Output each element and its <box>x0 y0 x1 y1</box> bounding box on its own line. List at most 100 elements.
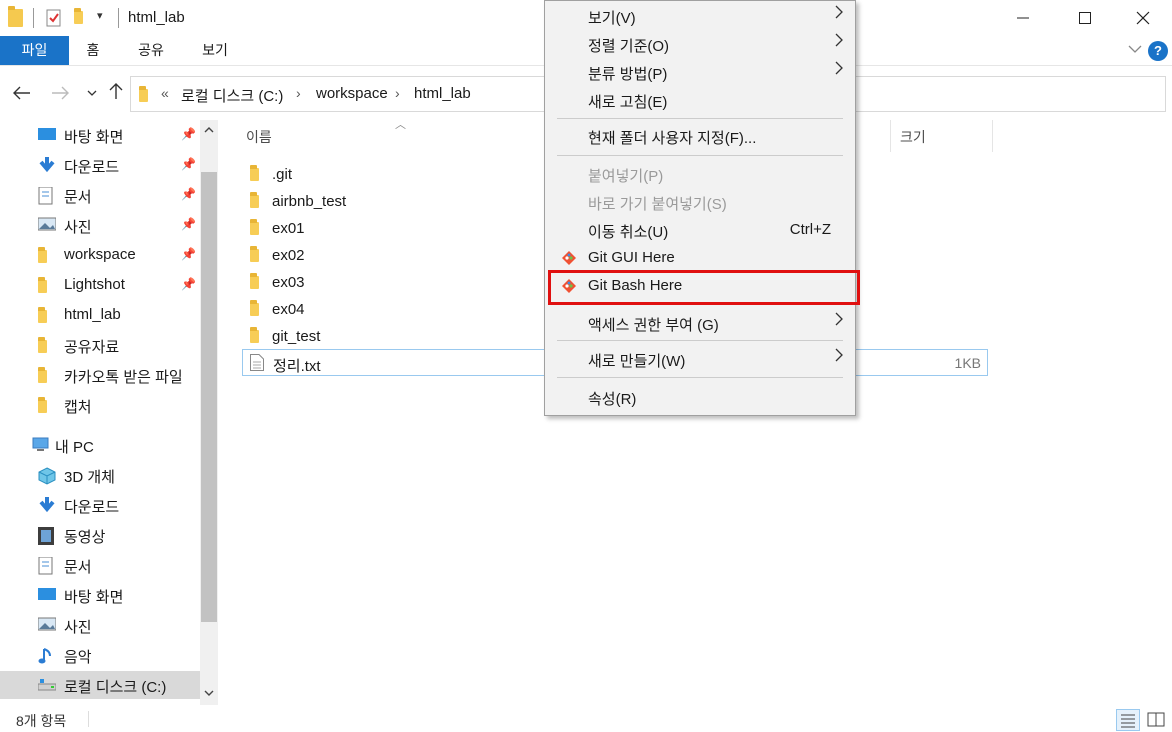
scroll-up-icon[interactable] <box>200 122 218 140</box>
breadcrumb-drive[interactable]: 로컬 디스크 (C:) <box>181 85 283 106</box>
file-size: 1KB <box>954 355 981 371</box>
desktop-icon <box>38 127 56 143</box>
highlight-annotation-box <box>548 270 860 305</box>
nav-item-html-lab[interactable]: html_lab <box>0 301 200 329</box>
folder-icon <box>250 246 259 265</box>
cube-icon <box>38 467 56 485</box>
properties-check-icon[interactable] <box>46 9 62 30</box>
folder-icon <box>250 192 259 211</box>
nav-item-documents[interactable]: 문서 📌 <box>0 181 200 209</box>
nav-item-label: 내 PC <box>55 439 94 456</box>
music-icon <box>38 647 56 664</box>
nav-item-pc-downloads[interactable]: 다운로드 <box>0 491 200 519</box>
details-view-button[interactable] <box>1116 709 1140 731</box>
scroll-down-icon[interactable] <box>200 685 218 703</box>
close-button[interactable] <box>1120 0 1166 36</box>
chevron-right-icon <box>835 348 843 367</box>
nav-item-pc-documents[interactable]: 문서 <box>0 551 200 579</box>
folder-icon <box>139 86 148 105</box>
file-name: ex01 <box>272 220 305 237</box>
nav-item-label: html_lab <box>64 306 121 323</box>
minimize-icon <box>1017 17 1029 19</box>
nav-item-label: 사진 <box>64 619 92 636</box>
column-divider[interactable] <box>890 120 891 152</box>
nav-item-this-pc[interactable]: 내 PC <box>0 431 200 459</box>
forward-button[interactable] <box>48 82 72 106</box>
text-file-icon <box>250 354 264 374</box>
maximize-icon <box>1079 12 1091 24</box>
navigation-pane: 바탕 화면 📌 다운로드 📌 문서 📌 사진 📌 workspace 📌 Lig… <box>0 120 218 705</box>
menu-item-group-by[interactable]: 분류 방법(P) <box>547 58 853 86</box>
chevron-right-icon <box>835 312 843 331</box>
nav-item-downloads[interactable]: 다운로드 📌 <box>0 151 200 179</box>
nav-item-3d-objects[interactable]: 3D 개체 <box>0 461 200 489</box>
help-icon[interactable]: ? <box>1148 41 1168 61</box>
nav-item-label: 사진 <box>64 219 92 236</box>
menu-item-label: 현재 폴더 사용자 지정(F)... <box>588 130 757 147</box>
maximize-button[interactable] <box>1062 0 1108 36</box>
back-button[interactable] <box>10 82 34 106</box>
breadcrumb-html-lab[interactable]: html_lab <box>414 85 471 102</box>
large-icons-view-button[interactable] <box>1144 709 1168 731</box>
folder-icon <box>250 273 259 292</box>
close-icon <box>1136 11 1150 25</box>
menu-item-git-gui-here[interactable]: Git GUI Here <box>547 244 853 272</box>
expand-ribbon-icon[interactable] <box>1128 42 1142 57</box>
minimize-button[interactable] <box>1000 0 1046 36</box>
nav-item-pc-pictures[interactable]: 사진 <box>0 611 200 639</box>
tab-home[interactable]: 홈 <box>76 36 110 65</box>
menu-item-customize-folder[interactable]: 현재 폴더 사용자 지정(F)... <box>547 122 853 150</box>
folder-icon <box>250 300 259 319</box>
menu-item-view[interactable]: 보기(V) <box>547 2 853 30</box>
folder-icon <box>250 219 259 238</box>
file-name: .git <box>272 166 293 183</box>
menu-item-properties[interactable]: 속성(R) <box>547 383 853 411</box>
folder-icon <box>38 337 56 356</box>
breadcrumb-overflow[interactable]: « <box>161 85 169 101</box>
nav-item-label: 캡처 <box>64 399 92 416</box>
nav-scrollbar[interactable] <box>200 120 218 705</box>
tab-file[interactable]: 파일 <box>0 36 69 65</box>
tab-view[interactable]: 보기 <box>194 36 236 65</box>
menu-item-shortcut: Ctrl+Z <box>789 221 831 238</box>
nav-item-pictures[interactable]: 사진 📌 <box>0 211 200 239</box>
menu-item-undo-move[interactable]: 이동 취소(U) Ctrl+Z <box>547 216 853 244</box>
chevron-right-icon[interactable]: › <box>395 85 400 101</box>
tab-share[interactable]: 공유 <box>130 36 172 65</box>
nav-item-local-disk[interactable]: 로컬 디스크 (C:) <box>0 671 200 699</box>
menu-item-new[interactable]: 새로 만들기(W) <box>547 345 853 373</box>
menu-separator <box>557 340 843 341</box>
up-button[interactable] <box>104 82 128 106</box>
download-icon <box>38 497 56 513</box>
nav-item-workspace[interactable]: workspace 📌 <box>0 241 200 269</box>
column-header-size[interactable]: 크기 <box>900 127 926 147</box>
pin-icon: 📌 <box>181 217 196 231</box>
nav-item-label: 로컬 디스크 (C:) <box>64 679 167 696</box>
customize-toolbar-icon[interactable]: ▾ <box>97 9 103 22</box>
menu-item-give-access[interactable]: 액세스 권한 부여 (G) <box>547 309 853 337</box>
nav-item-pc-desktop[interactable]: 바탕 화면 <box>0 581 200 609</box>
recent-locations-button[interactable] <box>80 82 104 106</box>
column-divider[interactable] <box>992 120 993 152</box>
nav-item-kakaotalk[interactable]: 카카오톡 받은 파일 <box>0 361 200 389</box>
menu-item-label: 액세스 권한 부여 (G) <box>588 317 719 334</box>
nav-item-label: Lightshot <box>64 276 125 293</box>
nav-item-videos[interactable]: 동영상 <box>0 521 200 549</box>
menu-item-sort-by[interactable]: 정렬 기준(O) <box>547 30 853 58</box>
scrollbar-thumb[interactable] <box>201 172 217 622</box>
menu-item-refresh[interactable]: 새로 고침(E) <box>547 86 853 114</box>
nav-item-shared[interactable]: 공유자료 <box>0 331 200 359</box>
nav-item-capture[interactable]: 캡처 <box>0 391 200 419</box>
breadcrumb-workspace[interactable]: workspace <box>316 85 388 102</box>
file-name: ex04 <box>272 301 305 318</box>
chevron-right-icon[interactable]: › <box>296 85 301 101</box>
column-header-name[interactable]: 이름 <box>246 127 272 147</box>
menu-item-paste-shortcut: 바로 가기 붙여넣기(S) <box>547 188 853 216</box>
nav-item-music[interactable]: 음악 <box>0 641 200 669</box>
menu-item-label: 이동 취소(U) <box>588 224 669 241</box>
nav-item-lightshot[interactable]: Lightshot 📌 <box>0 271 200 299</box>
new-folder-icon[interactable] <box>74 8 83 27</box>
nav-item-label: 카카오톡 받은 파일 <box>64 369 183 386</box>
git-icon <box>561 250 577 266</box>
nav-item-desktop[interactable]: 바탕 화면 📌 <box>0 121 200 149</box>
